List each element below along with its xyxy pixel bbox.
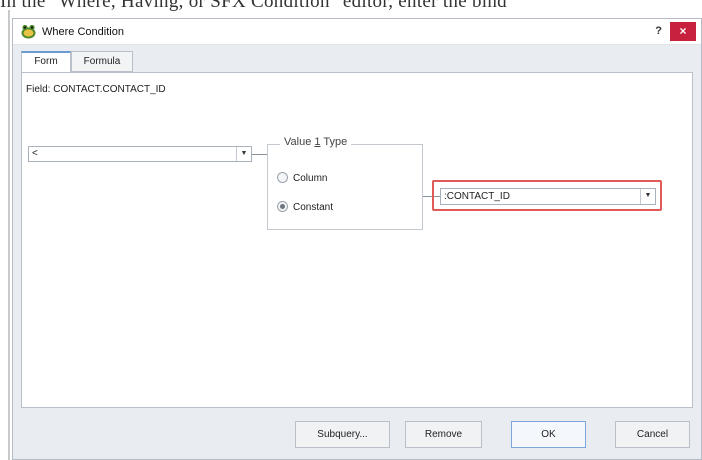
cancel-button[interactable]: Cancel [615, 421, 690, 448]
document-caption: In the "Where, Having, or SFX Condition"… [0, 0, 507, 11]
remove-button[interactable]: Remove [405, 421, 482, 448]
tab-formula[interactable]: Formula [71, 51, 133, 72]
radio-button-selected[interactable] [277, 201, 288, 212]
value-type-title: Value 1 Type [280, 136, 352, 148]
app-frog-icon [21, 24, 36, 39]
value-type-group: Value 1 Type Column Constant [267, 136, 423, 230]
radio-constant[interactable]: Constant [277, 201, 333, 213]
constant-value-select[interactable]: :CONTACT_ID ▼ [440, 188, 656, 205]
operator-select[interactable]: < ▼ [28, 146, 252, 162]
help-button[interactable]: ? [655, 25, 662, 37]
constant-value: :CONTACT_ID [444, 191, 510, 202]
radio-constant-label: Constant [293, 202, 334, 213]
ok-button[interactable]: OK [511, 421, 586, 448]
radio-column[interactable]: Column [277, 172, 327, 184]
field-label: Field: CONTACT.CONTACT_ID [26, 84, 166, 95]
subquery-button[interactable]: Subquery... [295, 421, 390, 448]
close-button[interactable]: × [670, 22, 696, 41]
dialog-title: Where Condition [42, 26, 124, 38]
chevron-down-icon[interactable]: ▼ [640, 189, 655, 204]
where-condition-dialog: Where Condition ? × Form Formula Field: … [12, 18, 702, 460]
tab-form[interactable]: Form [21, 51, 71, 73]
window-edge [8, 10, 10, 460]
connector-line [252, 154, 267, 155]
title-bar: Where Condition ? × [13, 19, 701, 45]
form-panel: Field: CONTACT.CONTACT_ID < ▼ Value 1 Ty… [21, 72, 693, 408]
chevron-down-icon[interactable]: ▼ [236, 147, 251, 161]
operator-value: < [32, 148, 38, 159]
radio-column-label: Column [293, 173, 328, 184]
radio-button[interactable] [277, 172, 288, 183]
